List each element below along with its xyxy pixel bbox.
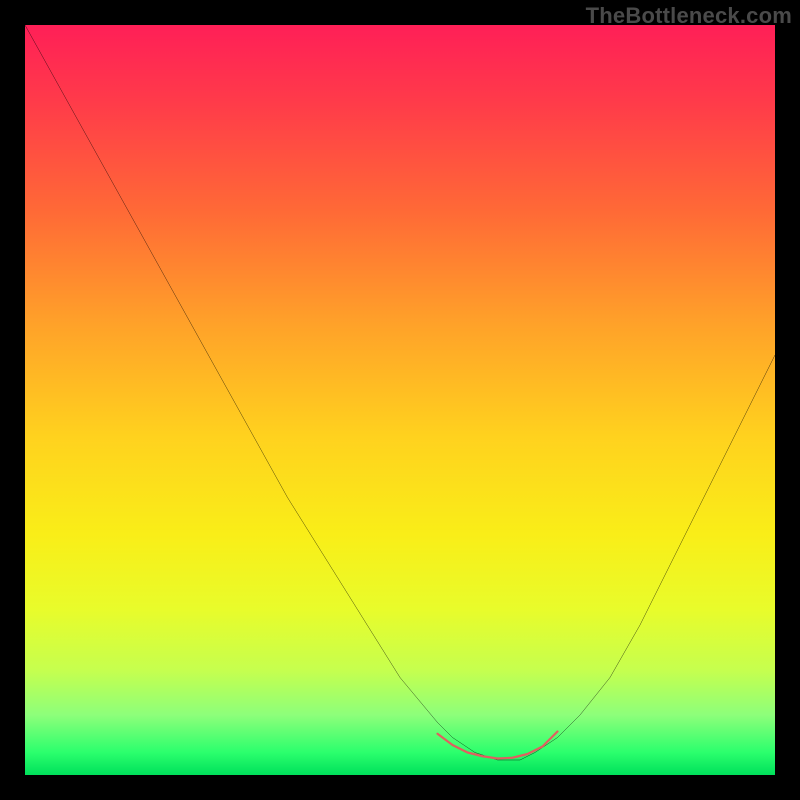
plot-area xyxy=(25,25,775,775)
main-curve xyxy=(25,25,775,760)
watermark-text: TheBottleneck.com xyxy=(586,3,792,29)
chart-stage: TheBottleneck.com xyxy=(0,0,800,800)
highlight-band xyxy=(438,732,558,759)
curve-layer xyxy=(25,25,775,775)
